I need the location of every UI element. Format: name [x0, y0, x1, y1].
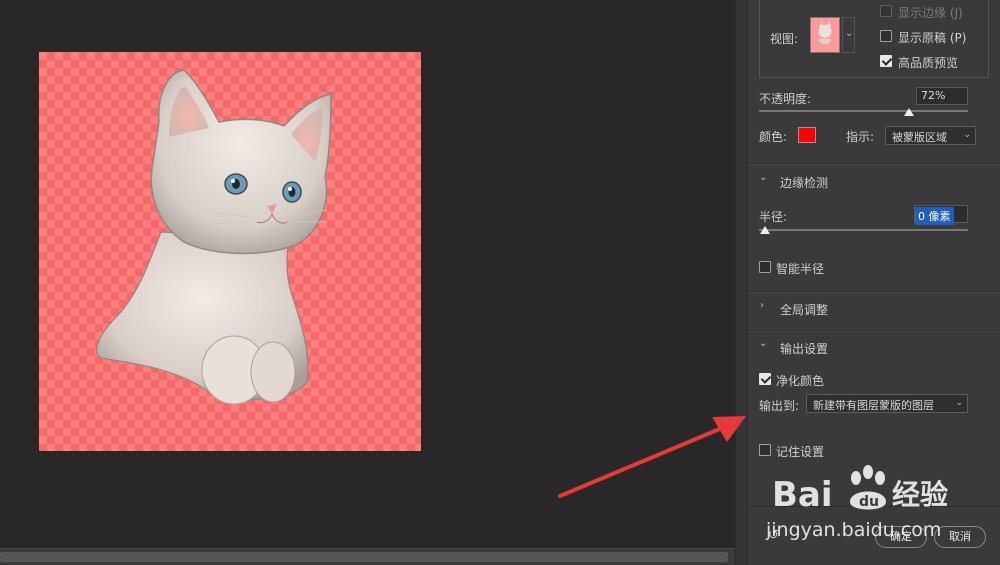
view-mode-thumbnail[interactable] — [810, 17, 840, 53]
document-canvas[interactable] — [39, 52, 421, 451]
reset-icon[interactable]: ↺ — [768, 528, 779, 543]
chevron-down-icon: ⌄ — [963, 130, 971, 140]
divider — [748, 164, 1000, 165]
divider — [748, 331, 1000, 332]
ok-button[interactable]: 确定 — [875, 526, 927, 548]
opacity-label: 不透明度: — [759, 92, 812, 106]
show-original-checkbox[interactable] — [880, 30, 892, 42]
kitten-image — [96, 69, 332, 405]
divider — [748, 292, 1000, 293]
view-label: 视图: — [770, 32, 799, 46]
radius-slider-thumb[interactable] — [760, 226, 770, 234]
chevron-right-icon[interactable]: › — [760, 300, 764, 311]
edge-detection-title[interactable]: 边缘检测 — [780, 174, 828, 191]
divider — [748, 506, 1000, 507]
opacity-slider-thumb[interactable] — [904, 108, 915, 116]
radius-input[interactable]: 0 像素 — [914, 205, 968, 225]
view-mode-group: 显示边缘 (J) 视图: ⌄ 显示原稿 (P) 高品质预览 — [748, 0, 1000, 82]
decontaminate-label: 净化颜色 — [776, 374, 825, 388]
smart-radius-label: 智能半径 — [776, 262, 825, 276]
remember-settings-checkbox[interactable] — [759, 444, 771, 456]
chevron-down-icon: ⌄ — [845, 28, 854, 39]
global-adjust-title[interactable]: 全局调整 — [780, 301, 828, 318]
high-quality-checkbox[interactable] — [880, 55, 892, 67]
chevron-down-icon[interactable]: ⌄ — [759, 172, 767, 183]
horizontal-scrollbar[interactable] — [0, 548, 735, 565]
indicate-select-value: 被蒙版区域 — [892, 131, 947, 144]
show-original-label: 显示原稿 (P) — [898, 31, 967, 45]
output-to-select[interactable]: 新建带有图层蒙版的图层 ⌄ — [806, 394, 968, 413]
chevron-down-icon[interactable]: ⌄ — [759, 338, 767, 349]
kitten-thumb-icon — [818, 21, 832, 45]
properties-panel: 显示边缘 (J) 视图: ⌄ 显示原稿 (P) 高品质预览 不透明度: 72% … — [747, 0, 1000, 565]
decontaminate-checkbox[interactable] — [759, 373, 771, 385]
radius-slider-track[interactable] — [759, 229, 968, 231]
show-edge-checkbox[interactable] — [880, 5, 892, 17]
smart-radius-checkbox[interactable] — [759, 261, 771, 273]
panel-gutter — [735, 0, 747, 565]
opacity-slider-track[interactable] — [759, 110, 968, 112]
view-mode-dropdown[interactable]: ⌄ — [842, 17, 855, 53]
cancel-button[interactable]: 取消 — [934, 526, 986, 548]
output-to-select-value: 新建带有图层蒙版的图层 — [813, 399, 934, 412]
show-edge-label: 显示边缘 (J) — [898, 6, 963, 20]
output-to-label: 输出到: — [759, 399, 800, 413]
radius-label: 半径: — [759, 210, 788, 224]
high-quality-label: 高品质预览 — [898, 56, 959, 70]
radius-value: 0 像素 — [915, 207, 954, 225]
overlay-color-swatch[interactable] — [798, 127, 816, 143]
color-label: 颜色: — [759, 130, 788, 144]
output-settings-title[interactable]: 输出设置 — [780, 340, 828, 357]
chevron-down-icon: ⌄ — [955, 398, 963, 408]
remember-settings-label: 记住设置 — [776, 445, 825, 459]
indicate-select[interactable]: 被蒙版区域 ⌄ — [885, 126, 976, 145]
indicate-label: 指示: — [846, 130, 875, 144]
opacity-input[interactable]: 72% — [916, 87, 968, 105]
canvas-area[interactable] — [0, 0, 735, 548]
